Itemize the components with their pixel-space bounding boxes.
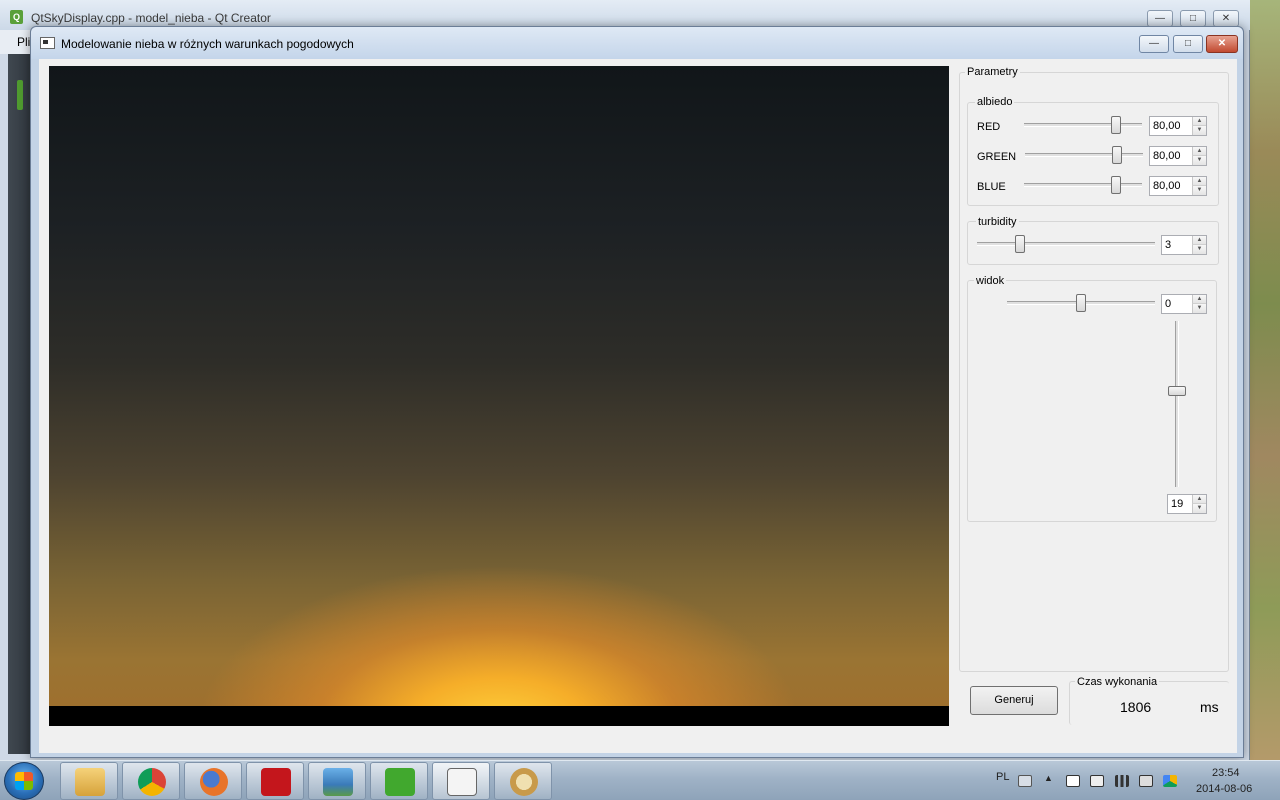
view-vertical-spinbox[interactable]: 19 ▲ ▼ <box>1167 494 1207 514</box>
photo-viewer-icon <box>323 768 353 796</box>
spin-down-icon[interactable]: ▼ <box>1192 504 1206 513</box>
green-spinbox[interactable]: 80,00 ▲ ▼ <box>1149 146 1207 166</box>
spin-up-icon[interactable]: ▲ <box>1192 117 1206 126</box>
language-indicator[interactable]: PL <box>996 771 1009 783</box>
show-hidden-icons-icon[interactable]: ▲ <box>1044 773 1053 783</box>
green-slider-handle[interactable] <box>1112 146 1122 164</box>
device-icon[interactable] <box>1090 775 1104 787</box>
dialog-titlebar: Modelowanie nieba w różnych warunkach po… <box>31 27 1243 59</box>
qt-welcome-mode-icon[interactable] <box>17 80 23 110</box>
view-vertical-value: 19 <box>1171 498 1184 510</box>
timing-unit: ms <box>1200 699 1219 715</box>
turbidity-slider-handle[interactable] <box>1015 235 1025 253</box>
sky-render-view <box>49 66 949 726</box>
turbidity-title: turbidity <box>976 216 1019 228</box>
dialog-app-icon <box>40 37 55 49</box>
spin-down-icon[interactable]: ▼ <box>1192 245 1206 254</box>
volume-icon[interactable] <box>1139 775 1153 787</box>
view-group <box>967 280 1217 522</box>
green-value: 80,00 <box>1153 150 1181 162</box>
clock-time[interactable]: 23:54 <box>1212 767 1240 779</box>
spin-up-icon[interactable]: ▲ <box>1192 177 1206 186</box>
keyboard-icon[interactable] <box>1018 775 1032 787</box>
view-horizontal-handle[interactable] <box>1076 294 1086 312</box>
qt-icon <box>385 768 415 796</box>
view-vertical-slider[interactable] <box>1175 321 1179 487</box>
sky-model-dialog: Modelowanie nieba w różnych warunkach po… <box>30 26 1244 758</box>
dialog-body: Parametry albiedo RED 80,00 ▲ ▼ GREEN 80,… <box>39 59 1237 753</box>
spin-down-icon[interactable]: ▼ <box>1192 126 1206 135</box>
spin-up-icon[interactable]: ▲ <box>1192 495 1206 504</box>
qt-minimize-button[interactable]: — <box>1147 10 1173 27</box>
spin-up-icon[interactable]: ▲ <box>1192 147 1206 156</box>
maximize-button[interactable]: □ <box>1173 35 1203 53</box>
spin-up-icon[interactable]: ▲ <box>1192 295 1206 304</box>
minimize-button[interactable]: — <box>1139 35 1169 53</box>
red-slider[interactable] <box>1024 123 1142 127</box>
folder-icon <box>75 768 105 796</box>
start-button[interactable] <box>4 762 44 800</box>
timing-title: Czas wykonania <box>1075 676 1160 688</box>
qt-creator-title: QtSkyDisplay.cpp - model_nieba - Qt Crea… <box>31 11 271 25</box>
blue-slider[interactable] <box>1024 183 1142 187</box>
horizon-ground <box>49 706 949 726</box>
view-horizontal-spinbox[interactable]: 0 ▲ ▼ <box>1161 294 1207 314</box>
spin-down-icon[interactable]: ▼ <box>1192 156 1206 165</box>
spin-up-icon[interactable]: ▲ <box>1192 236 1206 245</box>
timing-value: 1806 <box>1120 699 1152 715</box>
network-icon[interactable] <box>1115 775 1129 787</box>
blue-value: 80,00 <box>1153 180 1181 192</box>
paint-icon <box>510 768 538 796</box>
spin-down-icon[interactable]: ▼ <box>1192 186 1206 195</box>
qt-creator-app-icon: Q <box>10 10 23 24</box>
turbidity-spinbox[interactable]: 3 ▲ ▼ <box>1161 235 1207 255</box>
view-horizontal-value: 0 <box>1165 298 1172 310</box>
close-button[interactable]: ✕ <box>1206 35 1238 53</box>
red-label: RED <box>977 121 1001 133</box>
pdf-icon <box>261 768 291 796</box>
taskbar-chrome[interactable] <box>122 762 180 800</box>
taskbar-adobe-reader[interactable] <box>246 762 304 800</box>
qt-close-button[interactable]: ✕ <box>1213 10 1239 27</box>
green-slider[interactable] <box>1025 153 1143 157</box>
app-window-icon <box>447 768 477 796</box>
qt-menu-file[interactable]: Pli <box>17 35 30 49</box>
red-value: 80,00 <box>1153 120 1181 132</box>
taskbar-paint[interactable] <box>494 762 552 800</box>
turbidity-slider[interactable] <box>977 242 1155 246</box>
dialog-title: Modelowanie nieba w różnych warunkach po… <box>61 37 354 51</box>
qt-maximize-button[interactable]: □ <box>1180 10 1206 27</box>
windows-logo-icon <box>15 772 33 790</box>
albedo-title: albiedo <box>975 96 1015 108</box>
red-spinbox[interactable]: 80,00 ▲ ▼ <box>1149 116 1207 136</box>
taskbar-sky-app[interactable] <box>432 762 490 800</box>
google-drive-icon[interactable] <box>1163 775 1177 787</box>
firefox-icon <box>200 768 228 796</box>
red-slider-handle[interactable] <box>1111 116 1121 134</box>
taskbar: PL ▲ 23:54 2014-08-06 <box>0 760 1280 800</box>
turbidity-value: 3 <box>1165 239 1172 251</box>
taskbar-qt-creator[interactable] <box>370 762 428 800</box>
taskbar-file-explorer[interactable] <box>60 762 118 800</box>
taskbar-firefox[interactable] <box>184 762 242 800</box>
action-center-flag-icon[interactable] <box>1066 775 1080 787</box>
green-label: GREEN <box>977 151 1017 163</box>
parameters-title: Parametry <box>965 66 1020 78</box>
clock-date[interactable]: 2014-08-06 <box>1196 783 1252 795</box>
spin-down-icon[interactable]: ▼ <box>1192 304 1206 313</box>
generate-button[interactable]: Generuj <box>970 686 1058 715</box>
blue-label: BLUE <box>977 181 1006 193</box>
view-vertical-handle[interactable] <box>1168 386 1186 396</box>
view-title: widok <box>974 275 1007 287</box>
desktop-wallpaper <box>1248 0 1280 760</box>
blue-slider-handle[interactable] <box>1111 176 1121 194</box>
blue-spinbox[interactable]: 80,00 ▲ ▼ <box>1149 176 1207 196</box>
taskbar-photo-viewer[interactable] <box>308 762 366 800</box>
chrome-icon <box>138 768 166 796</box>
